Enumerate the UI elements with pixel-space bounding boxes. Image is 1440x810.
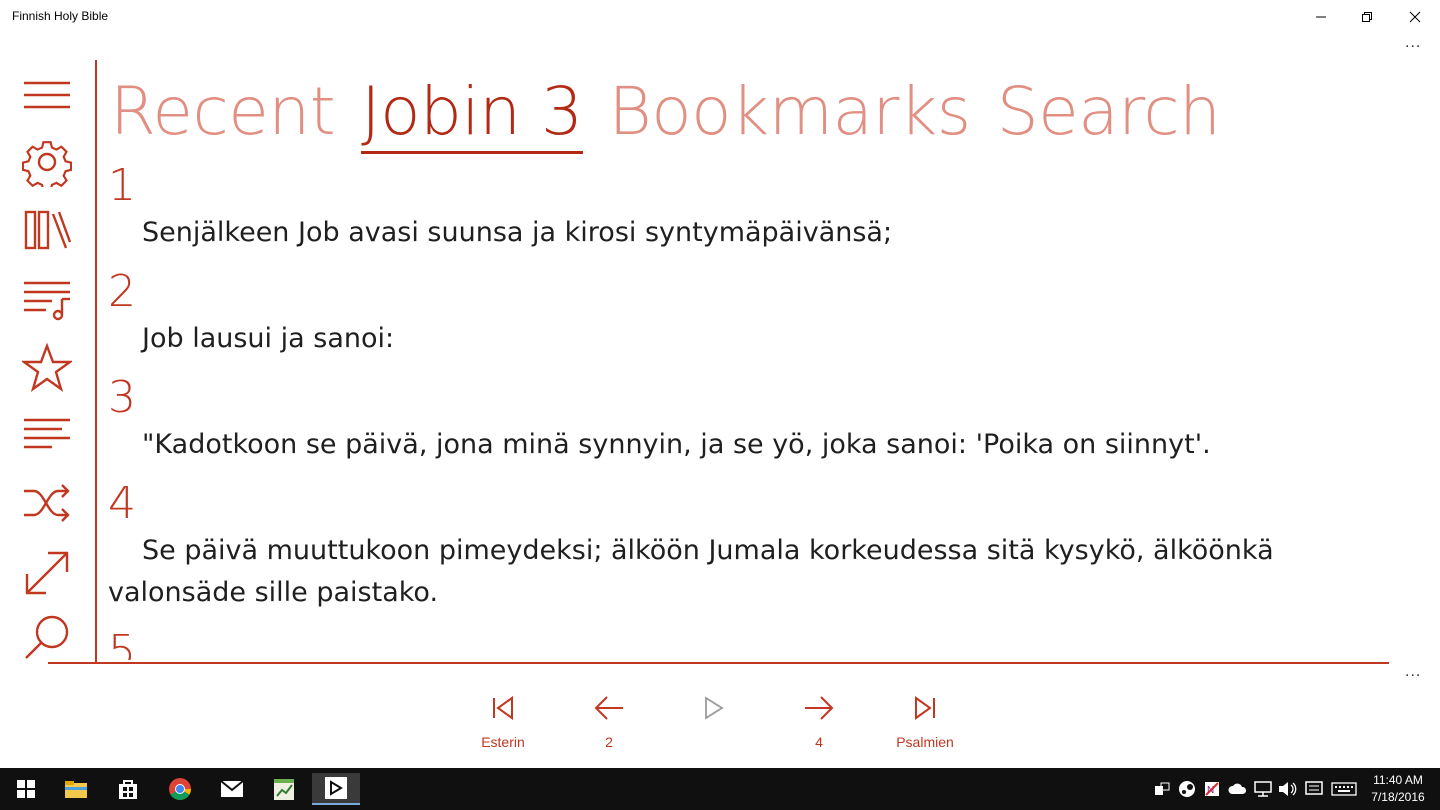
tray-volume[interactable]: [1278, 779, 1298, 799]
previous-chapter-button[interactable]: 2: [564, 688, 654, 752]
close-button[interactable]: [1392, 0, 1438, 34]
taskbar-app[interactable]: [260, 773, 308, 805]
tab-current-chapter[interactable]: Jobin 3: [361, 72, 583, 154]
tray-keyboard[interactable]: [1330, 779, 1358, 799]
network-share-icon: [1155, 782, 1170, 795]
store-bag-icon: [119, 780, 137, 799]
mail-envelope-icon: [220, 780, 244, 797]
steam-icon: [1179, 781, 1195, 797]
verse-number: 4: [108, 478, 136, 529]
verse-list[interactable]: 1 Senjälkeen Job avasi suunsa ja kirosi …: [108, 160, 1398, 660]
next-chapter-label: 4: [815, 734, 823, 750]
sidebar-item-shuffle[interactable]: [20, 476, 74, 530]
expand-diagonal-icon: [25, 551, 69, 595]
app-title: Finnish Holy Bible: [12, 9, 109, 23]
tab-bar: Recent Jobin 3 Bookmarks Search: [110, 72, 1246, 154]
tab-recent[interactable]: Recent: [110, 72, 336, 154]
notification-icon: [1305, 781, 1323, 795]
tab-bookmarks[interactable]: Bookmarks: [609, 72, 972, 154]
speaker-volume-icon: [1279, 782, 1297, 796]
minimize-button[interactable]: [1298, 0, 1344, 34]
taskbar-chrome[interactable]: [156, 773, 204, 805]
minimize-icon: [1316, 16, 1326, 18]
app-bar-more-button[interactable]: ...: [1405, 663, 1421, 681]
tray-onenote[interactable]: N: [1202, 779, 1222, 799]
star-icon: [22, 343, 72, 392]
clock-time: 11:40 AM: [1373, 773, 1423, 787]
folder-icon: [65, 781, 87, 798]
text-align-icon: [24, 418, 70, 449]
verse-text: Senjälkeen Job avasi suunsa ja kirosi sy…: [142, 217, 893, 248]
playlist-music-icon: [24, 281, 70, 321]
close-icon: [1409, 11, 1421, 23]
tray-action-center[interactable]: [1304, 779, 1324, 799]
verse-number: 3: [108, 372, 136, 423]
more-options-button[interactable]: ...: [1405, 34, 1421, 52]
taskbar: N 11:40 AM 7/18/2016: [0, 768, 1440, 810]
library-books-icon: [24, 210, 72, 250]
verse-text: Se päivä muuttukoon pimeydeksi; älköön J…: [108, 535, 1274, 608]
arrow-left-icon: [594, 696, 623, 720]
settings-gear-icon: [22, 141, 72, 187]
last-book-button[interactable]: Psalmien: [880, 688, 970, 752]
tray-steam[interactable]: [1177, 779, 1197, 799]
first-book-label: Esterin: [481, 734, 525, 750]
verse-item[interactable]: 5: [108, 626, 1398, 660]
taskbar-file-explorer[interactable]: [52, 773, 100, 805]
skip-previous-icon: [493, 696, 513, 720]
clock-date: 7/18/2016: [1371, 790, 1425, 804]
sidebar-item-menu[interactable]: [20, 68, 74, 122]
notepad-chart-icon: [274, 779, 294, 800]
taskbar-mail[interactable]: [208, 773, 256, 805]
arrow-right-icon: [805, 696, 834, 720]
onenote-icon: N: [1205, 782, 1219, 796]
start-button[interactable]: [2, 773, 50, 805]
sidebar-item-settings[interactable]: [20, 135, 74, 189]
verse-item[interactable]: 2 Job lausui ja sanoi:: [108, 266, 1398, 360]
taskbar-store[interactable]: [104, 773, 152, 805]
taskbar-bible-app[interactable]: [312, 773, 360, 805]
sidebar-item-playlist[interactable]: [20, 272, 74, 326]
verse-number: 1: [108, 160, 136, 211]
verse-text: "Kadotkoon se päivä, jona minä synnyin, …: [142, 429, 1211, 460]
sidebar-item-library[interactable]: [20, 203, 74, 257]
tray-network[interactable]: [1253, 779, 1273, 799]
next-chapter-button[interactable]: 4: [774, 688, 864, 752]
sidebar-item-search[interactable]: [20, 612, 74, 662]
bible-app-icon: [325, 777, 347, 799]
sidebar-item-text[interactable]: [20, 406, 74, 460]
chrome-icon: [169, 778, 191, 800]
tab-search[interactable]: Search: [997, 72, 1221, 154]
verse-number: 2: [108, 266, 136, 317]
windows-logo-icon: [17, 780, 35, 798]
title-bar: Finnish Holy Bible: [0, 0, 1440, 34]
verse-number: 5: [108, 626, 136, 660]
tray-onedrive[interactable]: [1228, 779, 1248, 799]
first-book-button[interactable]: Esterin: [458, 688, 548, 752]
verse-item[interactable]: 4 Se päivä muuttukoon pimeydeksi; älköön…: [108, 478, 1398, 614]
network-icon: [1254, 781, 1272, 797]
play-icon: [705, 696, 724, 720]
previous-chapter-label: 2: [605, 734, 613, 750]
verse-item[interactable]: 1 Senjälkeen Job avasi suunsa ja kirosi …: [108, 160, 1398, 254]
shuffle-icon: [24, 484, 70, 522]
content-bottom-divider: [48, 662, 1389, 664]
verse-item[interactable]: 3 "Kadotkoon se päivä, jona minä synnyin…: [108, 372, 1398, 466]
skip-next-icon: [915, 696, 935, 720]
keyboard-icon: [1331, 782, 1357, 796]
sidebar-divider: [95, 60, 97, 664]
hamburger-menu-icon: [24, 81, 70, 109]
verse-text: Job lausui ja sanoi:: [142, 323, 395, 354]
last-book-label: Psalmien: [896, 734, 954, 750]
sidebar-item-favorites[interactable]: [20, 341, 74, 395]
system-clock[interactable]: 11:40 AM 7/18/2016: [1366, 772, 1430, 806]
search-magnifier-icon: [25, 615, 69, 659]
restore-button[interactable]: [1344, 0, 1390, 34]
play-button[interactable]: [668, 688, 758, 752]
tray-taskview[interactable]: [1152, 779, 1172, 799]
restore-icon: [1362, 12, 1372, 22]
cloud-icon: [1228, 783, 1247, 794]
sidebar-item-fullscreen[interactable]: [20, 546, 74, 600]
